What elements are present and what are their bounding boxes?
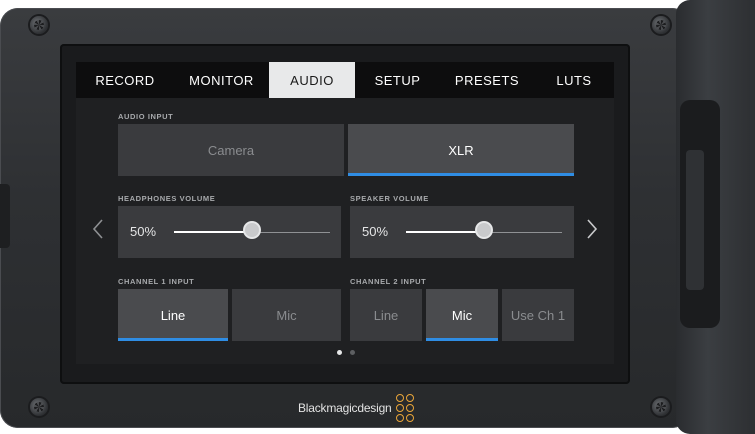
channel1-input-label: CHANNEL 1 INPUT — [118, 277, 195, 286]
speaker-volume-fill — [406, 231, 484, 233]
headphones-volume-fill — [174, 231, 252, 233]
screw-icon — [30, 16, 48, 34]
brand-name: Blackmagicdesign — [298, 401, 392, 415]
page-dot[interactable] — [350, 350, 355, 355]
tab-monitor[interactable]: MONITOR — [174, 62, 269, 98]
side-connector — [0, 184, 10, 248]
brand-mark-icon — [395, 394, 414, 422]
chevron-left-icon[interactable] — [92, 218, 104, 246]
tab-luts[interactable]: LUTS — [534, 62, 614, 98]
speaker-volume-slider[interactable]: 50% — [350, 206, 574, 258]
headphones-volume-value: 50% — [130, 224, 157, 239]
tab-record[interactable]: RECORD — [76, 62, 174, 98]
headphones-volume-slider[interactable]: 50% — [118, 206, 341, 258]
touchscreen: RECORD MONITOR AUDIO SETUP PRESETS LUTS … — [76, 62, 614, 364]
channel1-mic-button[interactable]: Mic — [232, 289, 341, 341]
audio-input-label: AUDIO INPUT — [118, 112, 174, 121]
channel2-use-ch1-button[interactable]: Use Ch 1 — [502, 289, 574, 341]
channel2-input-label: CHANNEL 2 INPUT — [350, 277, 427, 286]
screw-icon — [30, 398, 48, 416]
screw-icon — [652, 398, 670, 416]
speaker-volume-value: 50% — [362, 224, 389, 239]
chevron-right-icon[interactable] — [586, 218, 598, 246]
channel2-mic-button[interactable]: Mic — [426, 289, 498, 341]
audio-input-camera-button[interactable]: Camera — [118, 124, 344, 176]
brand-logo: Blackmagicdesign — [298, 394, 414, 422]
tab-presets[interactable]: PRESETS — [440, 62, 534, 98]
tab-audio[interactable]: AUDIO — [269, 62, 355, 98]
channel1-line-button[interactable]: Line — [118, 289, 228, 341]
headphones-volume-knob[interactable] — [245, 223, 259, 237]
speaker-volume-label: SPEAKER VOLUME — [350, 194, 429, 203]
page-dot-active[interactable] — [337, 350, 342, 355]
speaker-volume-knob[interactable] — [477, 223, 491, 237]
headphones-volume-label: HEADPHONES VOLUME — [118, 194, 216, 203]
tab-setup[interactable]: SETUP — [355, 62, 440, 98]
hinge-slot — [686, 150, 704, 290]
channel2-line-button[interactable]: Line — [350, 289, 422, 341]
screw-icon — [652, 16, 670, 34]
audio-input-xlr-button[interactable]: XLR — [348, 124, 574, 176]
menu-tab-bar: RECORD MONITOR AUDIO SETUP PRESETS LUTS — [76, 62, 614, 98]
